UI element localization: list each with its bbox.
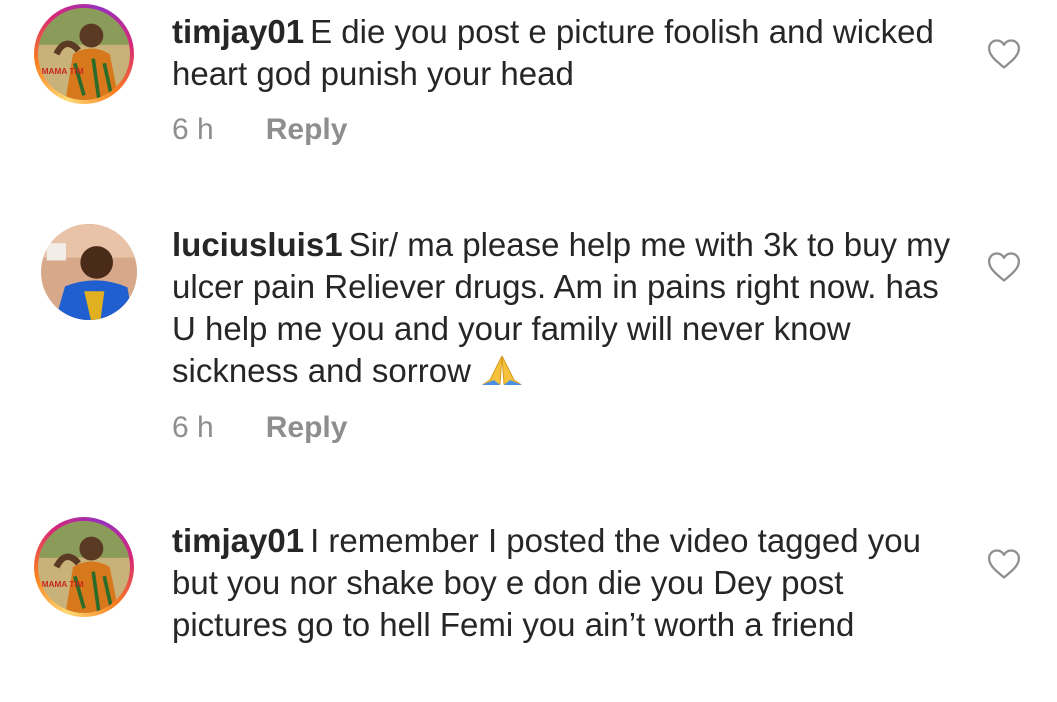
svg-text:MAMA TIM: MAMA TIM — [42, 580, 84, 589]
heart-outline-icon[interactable] — [987, 251, 1021, 283]
avatar[interactable] — [41, 224, 137, 320]
avatar-image: MAMA TIM — [38, 8, 130, 100]
heart-outline-icon[interactable] — [987, 548, 1021, 580]
comment-meta: 6 h Reply — [172, 411, 347, 445]
comment-username[interactable]: timjay01 — [172, 13, 304, 50]
comment-meta: 6 h Reply — [172, 113, 347, 147]
svg-text:MAMA TIM: MAMA TIM — [42, 67, 84, 76]
heart-outline-icon[interactable] — [987, 38, 1021, 70]
comment-text: luciusluis1 Sir/ ma please help me with 3… — [172, 224, 952, 392]
comment-timestamp: 6 h — [172, 113, 214, 146]
comment-username[interactable]: luciusluis1 — [172, 226, 343, 263]
comment-text: timjay01 E die you post e picture foolish… — [172, 11, 952, 95]
reply-button[interactable]: Reply — [266, 113, 348, 147]
avatar[interactable]: MAMA TIM — [34, 517, 134, 617]
comment-timestamp: 6 h — [172, 411, 214, 444]
reply-button[interactable]: Reply — [266, 411, 348, 445]
avatar[interactable]: MAMA TIM — [34, 4, 134, 104]
folded-hands-emoji — [480, 354, 524, 386]
avatar-image — [41, 224, 137, 320]
avatar-image: MAMA TIM — [38, 521, 130, 613]
comment-username[interactable]: timjay01 — [172, 522, 304, 559]
comment-text: timjay01 I remember I posted the video ta… — [172, 520, 952, 646]
